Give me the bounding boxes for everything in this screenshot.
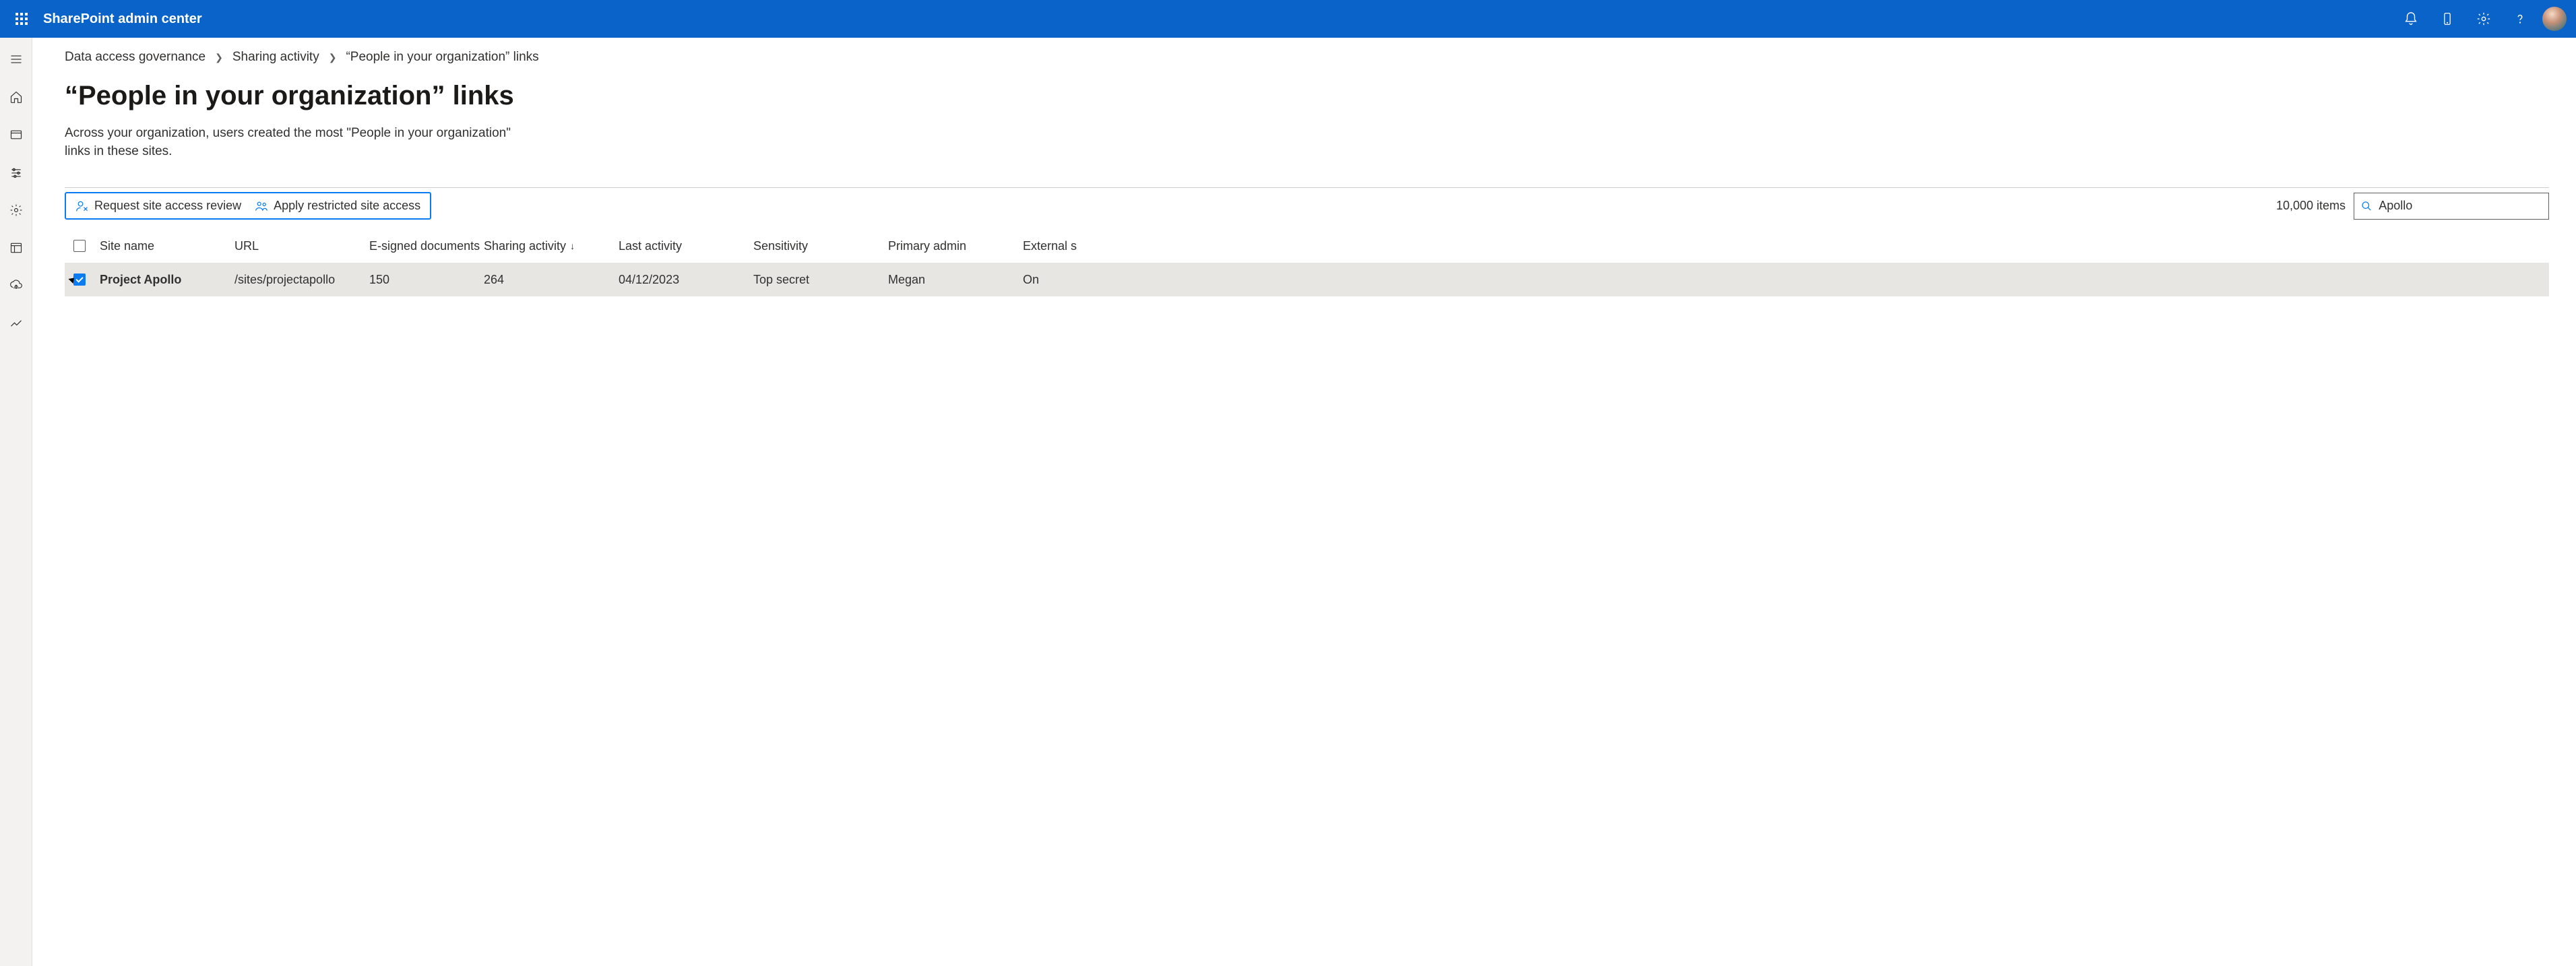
cell-url: /sites/projectapollo: [234, 273, 369, 287]
app-launcher-icon[interactable]: [5, 3, 38, 35]
search-box[interactable]: [2354, 193, 2549, 220]
col-url[interactable]: URL: [234, 239, 369, 253]
row-checkbox[interactable]: [73, 273, 86, 286]
chevron-right-icon: ❯: [329, 52, 337, 63]
item-count: 10,000 items: [2276, 199, 2346, 213]
nav-content-icon[interactable]: [0, 233, 32, 263]
top-bar: SharePoint admin center: [0, 0, 2576, 38]
settings-icon[interactable]: [2465, 3, 2502, 35]
app-title: SharePoint admin center: [43, 11, 202, 27]
sort-desc-icon: ↓: [570, 240, 575, 251]
nav-migration-icon[interactable]: [0, 271, 32, 300]
search-icon: [2361, 200, 2372, 212]
results-table: Site name URL E-signed documents Sharing…: [65, 229, 2549, 296]
action-label: Apply restricted site access: [274, 199, 420, 213]
page-description: Across your organization, users created …: [65, 125, 536, 160]
main-content: Data access governance ❯ Sharing activit…: [32, 38, 2576, 966]
notifications-icon[interactable]: [2393, 3, 2429, 35]
help-icon[interactable]: [2502, 3, 2538, 35]
breadcrumb-item-current: “People in your organization” links: [346, 50, 538, 65]
action-label: Request site access review: [94, 199, 241, 213]
left-nav: [0, 38, 32, 966]
cell-external: On: [1023, 273, 1090, 287]
search-input[interactable]: [2379, 199, 2542, 213]
cell-sharing-activity: 264: [484, 273, 619, 287]
divider: [65, 187, 2549, 188]
col-esigned[interactable]: E-signed documents: [369, 239, 484, 253]
breadcrumb-item[interactable]: Sharing activity: [232, 50, 319, 65]
nav-settings-icon[interactable]: [0, 195, 32, 225]
cell-esigned: 150: [369, 273, 484, 287]
nav-sites-icon[interactable]: [0, 120, 32, 150]
col-sharing-activity[interactable]: Sharing activity↓: [484, 239, 619, 253]
cell-sensitivity: Top secret: [753, 273, 888, 287]
cell-site-name[interactable]: Project Apollo: [100, 273, 234, 287]
cell-last-activity: 04/12/2023: [619, 273, 753, 287]
col-site-name[interactable]: Site name: [100, 239, 234, 253]
select-all-checkbox[interactable]: [73, 240, 86, 252]
nav-collapse-icon[interactable]: [0, 44, 32, 74]
apply-restricted-site-access-button[interactable]: Apply restricted site access: [255, 199, 420, 213]
table-header: Site name URL E-signed documents Sharing…: [65, 229, 2549, 263]
col-sensitivity[interactable]: Sensitivity: [753, 239, 888, 253]
col-last-activity[interactable]: Last activity: [619, 239, 753, 253]
col-external[interactable]: External s: [1023, 239, 1090, 253]
nav-home-icon[interactable]: [0, 82, 32, 112]
chevron-right-icon: ❯: [215, 52, 223, 63]
request-site-access-review-button[interactable]: Request site access review: [75, 199, 241, 213]
breadcrumb-item[interactable]: Data access governance: [65, 50, 206, 65]
page-title: “People in your organization” links: [65, 81, 2549, 111]
col-primary-admin[interactable]: Primary admin: [888, 239, 1023, 253]
nav-reports-icon[interactable]: [0, 309, 32, 338]
nav-policies-icon[interactable]: [0, 158, 32, 187]
cell-primary-admin: Megan: [888, 273, 1023, 287]
command-bar: Request site access review Apply restric…: [65, 192, 431, 220]
breadcrumb: Data access governance ❯ Sharing activit…: [65, 50, 2549, 65]
table-row[interactable]: Project Apollo /sites/projectapollo 150 …: [65, 263, 2549, 296]
user-avatar[interactable]: [2542, 7, 2567, 31]
mobile-icon[interactable]: [2429, 3, 2465, 35]
